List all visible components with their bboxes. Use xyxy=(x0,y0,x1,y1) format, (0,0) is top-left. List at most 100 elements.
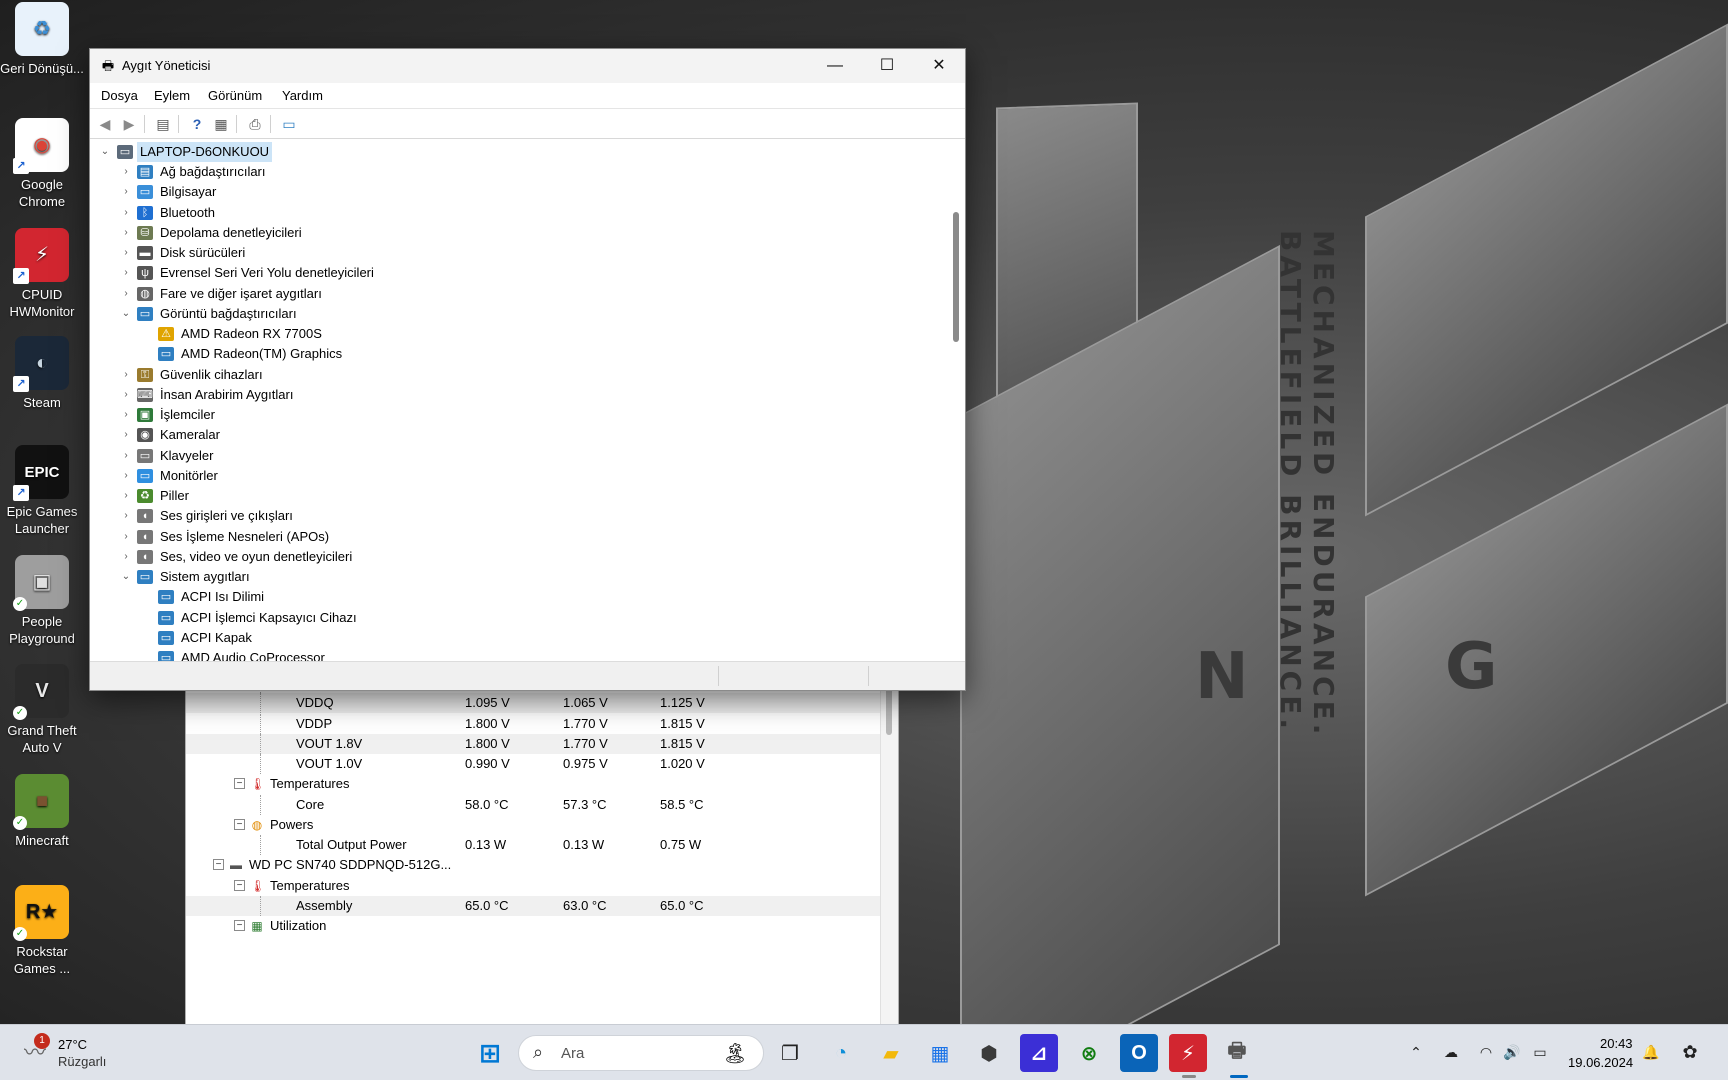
chevron-right-icon[interactable]: › xyxy=(120,385,132,405)
battery-icon[interactable]: ▭ xyxy=(1530,1042,1550,1062)
chevron-right-icon[interactable]: › xyxy=(120,405,132,425)
tree-category[interactable]: › ◖ Ses, video ve oyun denetleyicileri xyxy=(90,547,690,567)
xbox-app[interactable]: ⊗ xyxy=(1070,1034,1108,1072)
sensor-row[interactable]: Assembly 65.0 °C 63.0 °C 65.0 °C xyxy=(186,895,880,916)
collapse-toggle-icon[interactable]: − xyxy=(234,920,245,931)
chevron-right-icon[interactable]: › xyxy=(120,243,132,263)
collapse-toggle-icon[interactable]: − xyxy=(234,879,245,891)
chevron-right-icon[interactable]: › xyxy=(120,182,132,202)
close-button[interactable]: ✕ xyxy=(913,49,965,83)
chevron-down-icon[interactable]: ⌄ xyxy=(120,567,132,587)
tree-category[interactable]: › ⚿ Güvenlik cihazları xyxy=(90,365,690,385)
chevron-right-icon[interactable]: › xyxy=(120,284,132,304)
collapse-toggle-icon[interactable]: − xyxy=(213,859,224,871)
properties-icon[interactable]: ▦ xyxy=(211,114,231,134)
menu-gorunum[interactable]: Görünüm xyxy=(208,88,262,103)
volume-icon[interactable]: 🔊 xyxy=(1502,1042,1522,1062)
chevron-right-icon[interactable]: › xyxy=(120,203,132,223)
chevron-right-icon[interactable]: › xyxy=(120,466,132,486)
menu-dosya[interactable]: Dosya xyxy=(101,88,138,103)
minimize-button[interactable]: ― xyxy=(809,49,861,83)
sensor-row[interactable]: VDDP 1.800 V 1.770 V 1.815 V xyxy=(186,713,880,734)
notification-bell-icon[interactable]: 🔔 xyxy=(1641,1042,1661,1062)
copilot-icon[interactable]: ✿ xyxy=(1680,1042,1700,1062)
sensor-group-row[interactable]: − 🌡 Temperatures xyxy=(186,774,880,794)
chevron-right-icon[interactable]: › xyxy=(120,506,132,526)
tree-category[interactable]: › ◖ Ses girişleri ve çıkışları xyxy=(90,506,690,526)
menu-yardim[interactable]: Yardım xyxy=(282,88,323,103)
file-explorer-app[interactable]: ▰ xyxy=(872,1034,910,1072)
tree-category[interactable]: › ▭ Bilgisayar xyxy=(90,182,690,202)
tree-category[interactable]: › ◉ Kameralar xyxy=(90,425,690,445)
tree-category[interactable]: › ◖ Ses İşleme Nesneleri (APOs) xyxy=(90,527,690,547)
edge-app[interactable]: ◔ xyxy=(822,1034,860,1072)
update-driver-icon[interactable]: ⎙ xyxy=(245,114,265,134)
desktop-icon-rockstar-games[interactable]: R★ ✓ Rockstar Games ... xyxy=(0,885,84,977)
collapse-toggle-icon[interactable]: − xyxy=(234,818,245,830)
chevron-right-icon[interactable]: › xyxy=(120,425,132,445)
chevron-right-icon[interactable]: › xyxy=(120,486,132,506)
tree-category[interactable]: › ⌨ İnsan Arabirim Aygıtları xyxy=(90,385,690,405)
hwmonitor-app[interactable]: ⚡ xyxy=(1169,1034,1207,1072)
tree-device[interactable]: ▭ ACPI İşlemci Kapsayıcı Cihazı xyxy=(90,608,690,628)
show-hide-tree-icon[interactable]: ▤ xyxy=(153,114,173,134)
task-view-button[interactable]: ❐ xyxy=(771,1034,809,1072)
tree-root[interactable]: ⌄ ▭ LAPTOP-D6ONKUOU xyxy=(90,142,490,162)
microsoft-store-app[interactable]: ▦ xyxy=(921,1034,959,1072)
armoury-crate-app[interactable]: ⊿ xyxy=(1020,1034,1058,1072)
desktop-icon-recycle-bin[interactable]: ♻ Geri Dönüşü... xyxy=(0,2,84,77)
tree-device[interactable]: ⚠ AMD Radeon RX 7700S xyxy=(90,324,690,344)
tree-category[interactable]: ⌄ ▭ Sistem aygıtları xyxy=(90,567,690,587)
title-bar[interactable]: 🖶 Aygıt Yöneticisi ― ☐ ✕ xyxy=(90,49,965,83)
desktop-icon-people-playground[interactable]: ▣ ✓ People Playground xyxy=(0,555,84,647)
sensor-group-row[interactable]: − ▬ WD PC SN740 SDDPNQD-512G... xyxy=(186,855,880,875)
chevron-right-icon[interactable]: › xyxy=(120,446,132,466)
menu-eylem[interactable]: Eylem xyxy=(154,88,190,103)
chevron-down-icon[interactable]: ⌄ xyxy=(99,142,111,162)
sensor-row[interactable]: Total Output Power 0.13 W 0.13 W 0.75 W xyxy=(186,835,880,855)
maximize-button[interactable]: ☐ xyxy=(861,49,913,83)
desktop-icon-google-chrome[interactable]: ◉ ↗ Google Chrome xyxy=(0,118,84,210)
chevron-right-icon[interactable]: › xyxy=(120,527,132,547)
device-manager-window[interactable]: 🖶 Aygıt Yöneticisi ― ☐ ✕ Dosya Eylem Gör… xyxy=(89,48,966,691)
sensor-row[interactable]: Core 58.0 °C 57.3 °C 58.5 °C xyxy=(186,794,880,815)
onedrive-cloud-icon[interactable]: ☁ xyxy=(1441,1042,1461,1062)
tree-category[interactable]: › ◍ Fare ve diğer işaret aygıtları xyxy=(90,284,690,304)
taskbar-search[interactable]: ⌕ Ara 🏝 xyxy=(518,1035,764,1071)
tree-category[interactable]: › ⛁ Depolama denetleyicileri xyxy=(90,223,690,243)
tree-device[interactable]: ▭ AMD Audio CoProcessor xyxy=(90,648,690,661)
help-icon[interactable]: ? xyxy=(187,114,207,134)
desktop-icon-cpuid-hwmonitor[interactable]: ⚡ ↗ CPUID HWMonitor xyxy=(0,228,84,320)
chevron-right-icon[interactable]: › xyxy=(120,162,132,182)
tree-category[interactable]: › ▭ Klavyeler xyxy=(90,446,690,466)
chevron-right-icon[interactable]: › xyxy=(120,263,132,283)
sensor-row[interactable]: VOUT 1.8V 1.800 V 1.770 V 1.815 V xyxy=(186,733,880,754)
app-launcher-cube[interactable]: ⬢ xyxy=(970,1034,1008,1072)
tree-device[interactable]: ▭ ACPI Isı Dilimi xyxy=(90,587,690,607)
wifi-icon[interactable]: ◠ xyxy=(1476,1042,1496,1062)
device-tree-scrollbar[interactable] xyxy=(945,142,965,661)
device-tree-scroll-thumb[interactable] xyxy=(953,212,959,342)
desktop-icon-gta-v[interactable]: V ✓ Grand Theft Auto V xyxy=(0,664,84,756)
sensor-group-row[interactable]: − 🌡 Temperatures xyxy=(186,876,880,896)
desktop-icon-minecraft[interactable]: ■ ✓ Minecraft xyxy=(0,774,84,849)
chevron-right-icon[interactable]: › xyxy=(120,365,132,385)
tree-category[interactable]: › ᛒ Bluetooth xyxy=(90,203,690,223)
tree-category[interactable]: › ▤ Ağ bağdaştırıcıları xyxy=(90,162,690,182)
tree-device[interactable]: ▭ AMD Radeon(TM) Graphics xyxy=(90,344,690,364)
start-button[interactable]: ⊞ xyxy=(471,1034,509,1072)
tree-category[interactable]: › ▬ Disk sürücüleri xyxy=(90,243,690,263)
sensor-group-row[interactable]: − ▦ Utilization xyxy=(186,916,880,936)
sensor-row[interactable]: VDDQ 1.095 V 1.065 V 1.125 V xyxy=(186,693,880,714)
desktop-icon-epic-games-launcher[interactable]: EPIC ↗ Epic Games Launcher xyxy=(0,445,84,537)
back-arrow-icon[interactable]: ◀ xyxy=(95,114,115,134)
monitor-icon[interactable]: ▭ xyxy=(279,114,299,134)
device-manager-app[interactable]: 🖶 xyxy=(1218,1034,1256,1072)
collapse-toggle-icon[interactable]: − xyxy=(234,778,245,790)
tree-category[interactable]: › ▭ Monitörler xyxy=(90,466,690,486)
sensor-row[interactable]: VOUT 1.0V 0.990 V 0.975 V 1.020 V xyxy=(186,754,880,774)
tree-device[interactable]: ▭ ACPI Kapak xyxy=(90,628,690,648)
weather-widget[interactable]: 〰 1 27°C Rüzgarlı xyxy=(24,1033,134,1073)
sensor-group-row[interactable]: −◍ Powers xyxy=(186,815,880,835)
clock-time[interactable]: 20:43 xyxy=(1600,1036,1633,1051)
